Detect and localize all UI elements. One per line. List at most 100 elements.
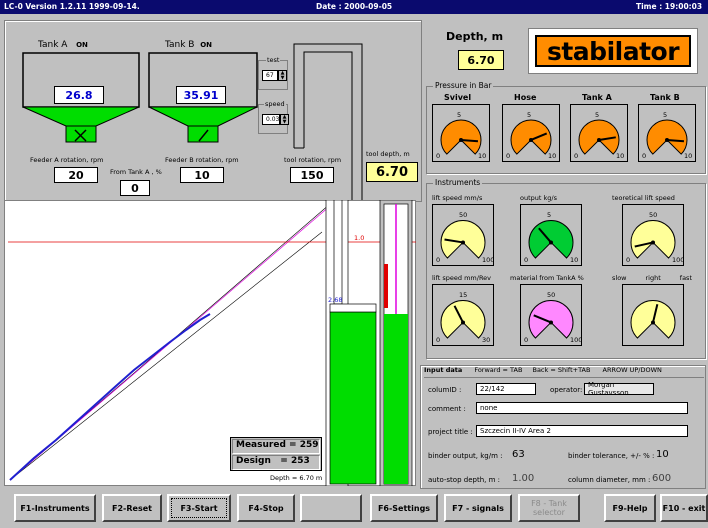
f2-reset-button[interactable]: F2-Reset xyxy=(102,494,162,522)
f8-tank-selector-button[interactable]: F8 - Tank selector xyxy=(518,494,580,522)
date-text: Date : 2000-09-05 xyxy=(316,2,393,11)
gauge-hub xyxy=(597,137,601,142)
tool-depth-label: tool depth, m xyxy=(366,150,410,158)
test-input[interactable]: 67 xyxy=(262,70,278,81)
gauge-max-tick: 10 xyxy=(570,256,579,265)
feeder-b-label: Feeder B rotation, rpm xyxy=(165,156,239,164)
binder-tolerance-value[interactable]: 10 xyxy=(656,449,669,460)
gauge-hub xyxy=(461,320,465,325)
column-id-label: columID : xyxy=(428,386,462,394)
instrument-gauge-label: lift speed mm/Rev xyxy=(432,274,492,282)
gauge-min-tick: 0 xyxy=(524,256,529,265)
gauge: 5 0 10 xyxy=(570,104,628,162)
gauge-hub xyxy=(549,240,553,245)
test-spinner[interactable]: ▲ ▼ xyxy=(278,70,287,81)
gauge-max-tick: 100 xyxy=(570,336,583,345)
pressure-gauge-label: Svivel xyxy=(444,93,472,102)
gauge-mid-tick: 5 xyxy=(547,211,552,220)
depth-graph-plot xyxy=(8,200,416,486)
pressure-gauge-label: Hose xyxy=(514,93,537,102)
operator-input[interactable]: Morgan Gustavsson xyxy=(584,381,654,397)
design-row: Design = 253 xyxy=(232,455,320,470)
hint-arrow: ARROW UP/DOWN xyxy=(602,366,662,374)
f4-stop-button[interactable]: F4-Stop xyxy=(237,494,295,522)
measured-row: Measured = 259 xyxy=(232,439,320,454)
gauge-mid-tick: 5 xyxy=(663,110,668,119)
gauge-min-tick: 0 xyxy=(436,336,441,345)
autostop-label: auto-stop depth, m : xyxy=(428,476,500,484)
red-line-label: 1.0 xyxy=(354,234,365,242)
gauge-mid-tick: 50 xyxy=(459,211,468,220)
gauge-hub xyxy=(549,320,553,325)
hint-back: Back = Shift+TAB xyxy=(532,366,591,374)
gauge: 15 0 30 xyxy=(432,284,494,346)
gauge xyxy=(622,284,684,346)
from-tank-a-value: 0 xyxy=(120,180,150,196)
tank-a-title: Tank A ON xyxy=(38,40,88,50)
title-bar: LC-0 Version 1.2.11 1999-09-14. Date : 2… xyxy=(0,0,708,14)
f10-exit-button[interactable]: F10 - exit xyxy=(660,494,708,522)
instrument-gauge-label: material from TankA % xyxy=(510,274,584,282)
instrument-gauge-sublabel: right xyxy=(645,274,661,282)
binder-tolerance-label: binder tolerance, +/- % : xyxy=(568,452,655,460)
instrument-gauge-sublabel: slow xyxy=(612,274,627,282)
f6-settings-button[interactable]: F6-Settings xyxy=(370,494,438,522)
speed-spinner[interactable]: ▲ ▼ xyxy=(280,114,289,125)
depth-label: Depth, m xyxy=(446,30,504,43)
column-id-input[interactable]: 22/142 xyxy=(476,383,536,395)
graph-depth-label: Depth = 6.70 m xyxy=(270,474,323,482)
gauge-max-tick: 10 xyxy=(684,152,693,161)
operator-label: operator: xyxy=(550,386,583,394)
gauge: 50 0 100 xyxy=(520,284,582,346)
f9-help-button[interactable]: F9-Help xyxy=(604,494,656,522)
comment-input[interactable]: none xyxy=(476,402,688,414)
tool-rotation-value: 150 xyxy=(290,167,334,183)
comment-label: comment : xyxy=(428,405,466,413)
speed-label: speed xyxy=(264,100,286,108)
gauge-mid-tick: 5 xyxy=(595,110,600,119)
input-data-title: Input data xyxy=(424,366,463,374)
gauge-needle xyxy=(666,138,685,143)
f7-signals-button[interactable]: F7 - signals xyxy=(444,494,512,522)
tool-depth-value: 6.70 xyxy=(366,162,418,182)
gauge-max-tick: 10 xyxy=(616,152,625,161)
binder-output-value[interactable]: 63 xyxy=(512,449,525,460)
depth-value: 6.70 xyxy=(458,50,504,70)
gauge-min-tick: 0 xyxy=(626,256,631,265)
gauge-hub xyxy=(461,240,465,245)
gauge-hub xyxy=(651,240,655,245)
gauge-max-tick: 10 xyxy=(478,152,487,161)
column-diameter-value[interactable]: 600 xyxy=(652,473,671,484)
gauge-min-tick: 0 xyxy=(506,152,511,161)
f3-start-button[interactable]: F3-Start xyxy=(167,494,231,522)
gauge-max-tick: 10 xyxy=(548,152,557,161)
tank-a-value: 26.8 xyxy=(54,86,104,104)
gauge-dial xyxy=(622,284,684,346)
from-tank-a-label: From Tank A , % xyxy=(110,168,162,176)
blank-button[interactable] xyxy=(300,494,362,522)
gauge-min-tick: 0 xyxy=(574,152,579,161)
gauge-mid-tick: 5 xyxy=(457,110,462,119)
gauge-needle xyxy=(460,138,479,143)
autostop-value[interactable]: 1.00 xyxy=(512,473,534,484)
tool-rotation-label: tool rotation, rpm xyxy=(284,156,342,164)
feeder-b-value: 10 xyxy=(180,167,224,183)
speed-input[interactable]: 0.03 xyxy=(262,114,280,125)
input-data-header: Input data Forward = TAB Back = Shift+TA… xyxy=(424,366,704,376)
project-input[interactable]: Szczecin II-IV Area 2 xyxy=(476,425,688,437)
f1-instruments-button[interactable]: F1-Instruments xyxy=(14,494,96,522)
instrument-gauge-label: slow right fast xyxy=(612,274,692,282)
gauge-mid-tick: 5 xyxy=(527,110,532,119)
instrument-gauge-sublabel: fast xyxy=(679,274,692,282)
hint-forward: Forward = TAB xyxy=(474,366,523,374)
version-text: LC-0 Version 1.2.11 1999-09-14. xyxy=(4,2,140,11)
pressure-gauge-label: Tank B xyxy=(650,93,680,102)
column-diameter-label: column diameter, mm : xyxy=(568,476,651,484)
pressure-gauge-label: Tank A xyxy=(582,93,612,102)
gauge-max-tick: 100 xyxy=(482,256,495,265)
gauge: 5 0 10 xyxy=(638,104,696,162)
feeder-a-value: 20 xyxy=(54,167,98,183)
instruments-title: Instruments xyxy=(433,178,483,187)
gauge-min-tick: 0 xyxy=(642,152,647,161)
logo-text: stabilator xyxy=(535,35,691,67)
